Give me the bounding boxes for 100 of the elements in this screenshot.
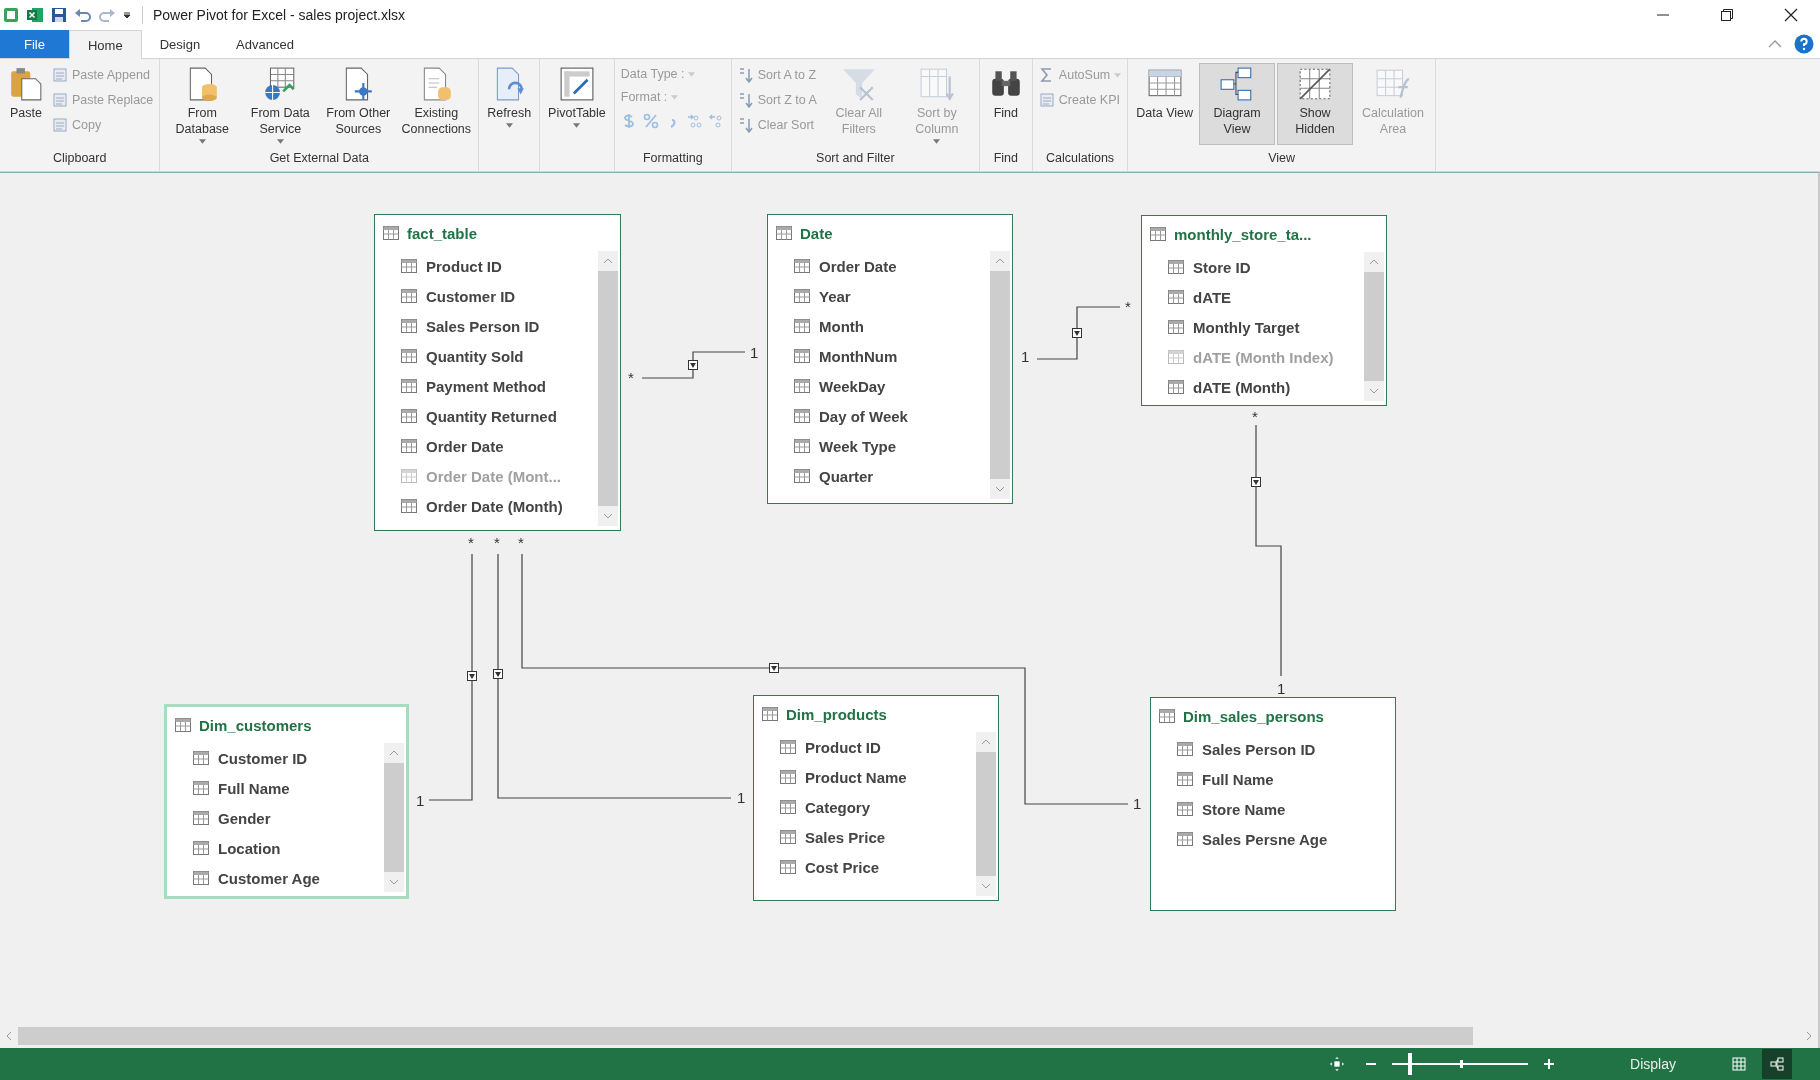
- column-field[interactable]: Store Name: [1177, 794, 1395, 824]
- relationship-line[interactable]: [1251, 424, 1282, 677]
- column-field[interactable]: Store ID: [1168, 252, 1364, 282]
- column-field[interactable]: Order Date: [794, 251, 990, 281]
- column-field[interactable]: Customer ID: [193, 743, 384, 773]
- table-name: Date: [800, 224, 833, 242]
- column-icon: [1168, 320, 1184, 334]
- column-field[interactable]: Customer Age: [193, 863, 384, 893]
- zoom-in-icon[interactable]: [1542, 1057, 1557, 1071]
- column-field[interactable]: Order Date (Month): [401, 491, 598, 521]
- filter-icon: [840, 66, 877, 102]
- ribbon-button[interactable]: From Data Service: [242, 63, 319, 147]
- ribbon-tab[interactable]: Advanced: [218, 30, 312, 58]
- column-field[interactable]: dATE (Month): [1168, 372, 1364, 402]
- column-field[interactable]: Sales Person ID: [1177, 734, 1395, 764]
- redo-icon[interactable]: [98, 6, 116, 24]
- relationship-line[interactable]: [493, 553, 732, 799]
- zoom-slider[interactable]: [1392, 1053, 1529, 1075]
- ribbon-button[interactable]: Paste: [4, 63, 48, 145]
- table-card[interactable]: monthly_store_ta... Store ID dATE Monthly Target dATE (Month Index) dATE (Month): [1141, 215, 1387, 406]
- column-field[interactable]: Week Type: [794, 431, 990, 461]
- ribbon-tab[interactable]: Design: [141, 30, 219, 58]
- scrollbar[interactable]: [976, 732, 996, 896]
- column-field[interactable]: Day of Week: [794, 401, 990, 431]
- scroll-up-icon[interactable]: [389, 750, 399, 756]
- scroll-up-icon[interactable]: [1369, 259, 1379, 265]
- column-field[interactable]: Sales Persne Age: [1177, 824, 1395, 854]
- ribbon-button[interactable]: Refresh: [483, 63, 536, 145]
- scroll-down-icon[interactable]: [995, 486, 1005, 492]
- restore-icon[interactable]: [1720, 8, 1734, 22]
- scroll-left-icon[interactable]: [6, 1031, 12, 1041]
- table-icon: [1159, 709, 1175, 723]
- column-field[interactable]: Quantity Returned: [401, 401, 598, 431]
- table-card[interactable]: Dim_products Product ID Product Name Category Sales Price Cost Price: [753, 695, 999, 901]
- column-field[interactable]: WeekDay: [794, 371, 990, 401]
- excel-icon[interactable]: [26, 6, 44, 24]
- ribbon-button[interactable]: Find: [983, 63, 1028, 145]
- column-field[interactable]: Cost Price: [780, 852, 976, 882]
- ribbon-button[interactable]: From Other Sources: [320, 63, 397, 145]
- relationship-line[interactable]: [1036, 306, 1121, 360]
- help-icon[interactable]: [1794, 34, 1814, 54]
- relationship-line[interactable]: [428, 553, 477, 801]
- ribbon-button[interactable]: From Database: [164, 63, 241, 147]
- column-field[interactable]: Gender: [193, 803, 384, 833]
- table-card[interactable]: fact_table Product ID Customer ID Sales Person ID Quantity Sold Payment Method Quantity Returned Order Date Order Date (Mont... Order Date (Month): [374, 214, 621, 531]
- column-field[interactable]: Payment Method: [401, 371, 598, 401]
- column-field[interactable]: Sales Person ID: [401, 311, 598, 341]
- ribbon-button[interactable]: Existing Connections: [398, 63, 475, 145]
- customize-icon[interactable]: [122, 10, 132, 20]
- column-icon: [401, 379, 417, 393]
- column-field[interactable]: Full Name: [1177, 764, 1395, 794]
- column-field[interactable]: Category: [780, 792, 976, 822]
- caret-icon: [505, 123, 513, 128]
- table-card[interactable]: Dim_customers Customer ID Full Name Gender Location Customer Age: [164, 704, 409, 899]
- column-field[interactable]: Location: [193, 833, 384, 863]
- column-field[interactable]: Quantity Sold: [401, 341, 598, 371]
- scroll-down-icon[interactable]: [1369, 388, 1379, 394]
- column-field[interactable]: dATE: [1168, 282, 1364, 312]
- scroll-up-icon[interactable]: [981, 739, 991, 745]
- column-field[interactable]: Quarter: [794, 461, 990, 491]
- column-field[interactable]: Sales Price: [780, 822, 976, 852]
- file-tab[interactable]: File: [0, 30, 69, 58]
- column-field[interactable]: MonthNum: [794, 341, 990, 371]
- table-name: Dim_sales_persons: [1183, 707, 1324, 725]
- save-icon[interactable]: [50, 6, 68, 24]
- ribbon-button[interactable]: PivotTable: [544, 63, 610, 145]
- ribbon-button[interactable]: Show Hidden: [1277, 63, 1353, 145]
- scrollbar[interactable]: [598, 251, 618, 526]
- ribbon-button[interactable]: Data View: [1132, 63, 1197, 145]
- column-field[interactable]: Month: [794, 311, 990, 341]
- column-field[interactable]: Order Date: [401, 431, 598, 461]
- group-label: Sort and Filter: [815, 150, 896, 167]
- relationship-line[interactable]: [521, 553, 1129, 805]
- collapse-ribbon-icon[interactable]: [1768, 39, 1782, 49]
- relationship-line[interactable]: [641, 351, 746, 379]
- column-field[interactable]: Customer ID: [401, 281, 598, 311]
- column-field[interactable]: Full Name: [193, 773, 384, 803]
- ribbon-button[interactable]: Diagram View: [1199, 63, 1275, 145]
- ribbon-tab[interactable]: Home: [68, 30, 142, 59]
- column-field[interactable]: Year: [794, 281, 990, 311]
- table-card[interactable]: Date Order Date Year Month MonthNum WeekDay Day of Week Week Type Quarter: [767, 214, 1013, 504]
- column-field[interactable]: Product Name: [780, 762, 976, 792]
- scroll-down-icon[interactable]: [981, 883, 991, 889]
- scroll-down-icon[interactable]: [389, 879, 399, 885]
- scroll-up-icon[interactable]: [603, 258, 613, 264]
- column-field[interactable]: Product ID: [780, 732, 976, 762]
- undo-icon[interactable]: [74, 6, 92, 24]
- scroll-down-icon[interactable]: [603, 513, 613, 519]
- scrollbar[interactable]: [1364, 252, 1384, 401]
- fit-to-screen-icon[interactable]: [1330, 1057, 1345, 1071]
- scroll-up-icon[interactable]: [995, 258, 1005, 264]
- diagram-view-button[interactable]: [1762, 1049, 1792, 1079]
- column-field[interactable]: Product ID: [401, 251, 598, 281]
- scrollbar[interactable]: [384, 743, 404, 892]
- scroll-right-icon[interactable]: [1806, 1031, 1812, 1041]
- close-icon[interactable]: [1784, 8, 1798, 22]
- scrollbar[interactable]: [990, 251, 1010, 499]
- column-field[interactable]: Monthly Target: [1168, 312, 1364, 342]
- table-card[interactable]: Dim_sales_persons Sales Person ID Full Name Store Name Sales Persne Age: [1150, 697, 1396, 911]
- cardinality-label: 1: [737, 790, 746, 806]
